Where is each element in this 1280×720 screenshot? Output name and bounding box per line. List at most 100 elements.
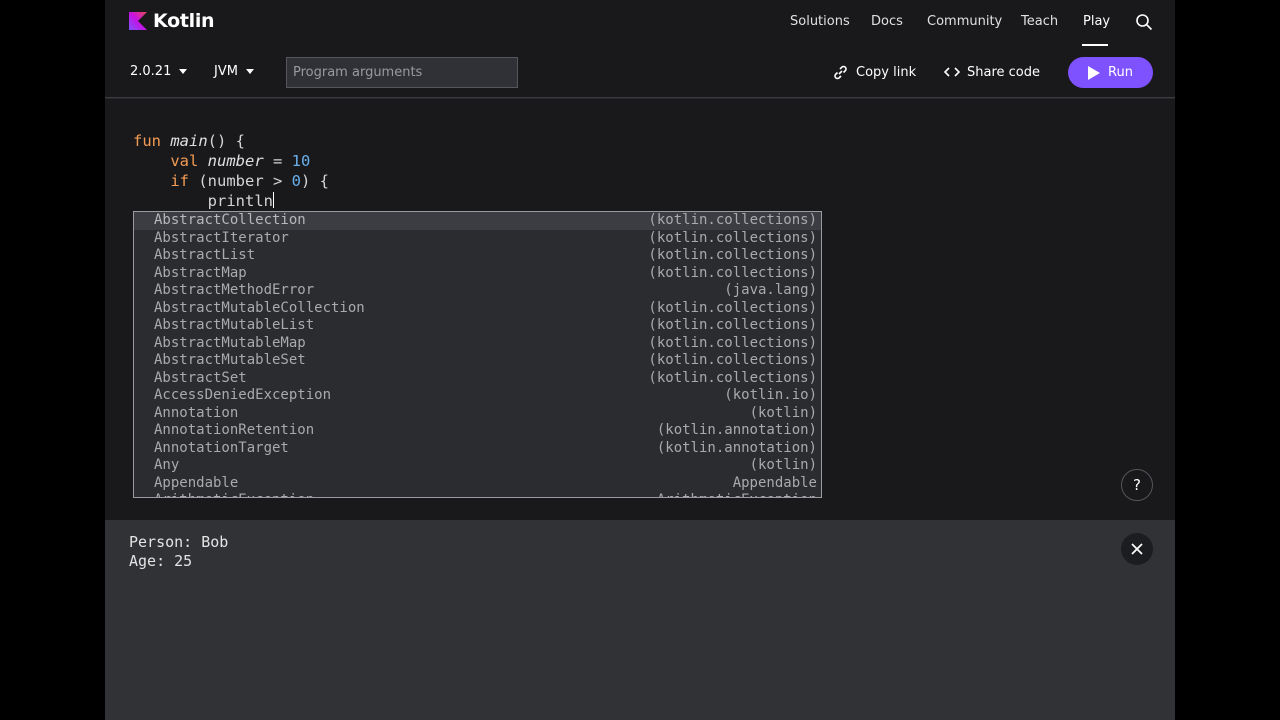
autocomplete-popup[interactable]: AbstractCollection (kotlin.collections) Ab… xyxy=(133,211,822,498)
autocomplete-item-package: (kotlin) xyxy=(749,404,817,421)
autocomplete-item[interactable]: AbstractCollection (kotlin.collections) xyxy=(134,212,821,230)
autocomplete-item[interactable]: AbstractMap (kotlin.collections) xyxy=(134,265,821,283)
autocomplete-item-name: Appendable xyxy=(154,474,239,491)
autocomplete-item-package: (kotlin.io) xyxy=(724,387,817,403)
top-navigation: Kotlin Solutions Docs Community Teach Pl… xyxy=(105,0,1175,46)
code-token: println xyxy=(207,192,273,210)
nav-play[interactable]: Play xyxy=(1083,14,1110,29)
output-line: Age: 25 xyxy=(129,552,193,570)
autocomplete-item-name: AccessDeniedException xyxy=(154,387,332,403)
autocomplete-item[interactable]: AbstractMutableSet (kotlin.collections) xyxy=(134,352,821,370)
code-token: = xyxy=(263,152,292,170)
nav-community[interactable]: Community xyxy=(927,14,1002,29)
code-function-name: main xyxy=(170,132,208,150)
autocomplete-item-package: (kotlin.collections) xyxy=(648,299,817,316)
chevron-down-icon xyxy=(179,69,188,74)
output-text: Person: Bob Age: 25 xyxy=(129,533,228,571)
autocomplete-item-name: AnnotationRetention xyxy=(154,422,315,438)
autocomplete-item-package: (kotlin.collections) xyxy=(648,229,817,246)
target-select[interactable]: JVM xyxy=(214,64,254,79)
run-button[interactable]: Run xyxy=(1068,57,1153,88)
autocomplete-item[interactable]: Any (kotlin) xyxy=(134,457,821,475)
close-output-button[interactable] xyxy=(1121,533,1153,565)
autocomplete-item-package: ArithmeticException xyxy=(657,492,817,497)
copy-link-label: Copy link xyxy=(856,65,917,80)
autocomplete-item-package: (kotlin) xyxy=(749,457,817,473)
code-line: val number = 10 xyxy=(133,151,329,171)
autocomplete-item-name: AbstractMutableCollection xyxy=(154,299,365,316)
run-label: Run xyxy=(1108,65,1133,80)
version-select[interactable]: 2.0.21 xyxy=(130,64,188,79)
code-token: ) { xyxy=(301,172,329,190)
autocomplete-item-name: Any xyxy=(154,457,180,473)
autocomplete-item-name: AnnotationTarget xyxy=(154,439,289,456)
version-value: 2.0.21 xyxy=(130,64,172,79)
nav-solutions[interactable]: Solutions xyxy=(790,14,850,29)
code-line: if (number > 0) { xyxy=(133,171,329,191)
chevron-down-icon xyxy=(245,69,254,74)
code-line: fun main() { xyxy=(133,131,329,151)
nav-teach[interactable]: Teach xyxy=(1021,14,1058,29)
autocomplete-item-package: (kotlin.collections) xyxy=(648,352,817,368)
autocomplete-item[interactable]: AnnotationRetention (kotlin.annotation) xyxy=(134,422,821,440)
autocomplete-item-name: AbstractMutableList xyxy=(154,317,315,333)
autocomplete-item-name: AbstractIterator xyxy=(154,229,289,246)
autocomplete-item[interactable]: Annotation (kotlin) xyxy=(134,405,821,423)
autocomplete-item[interactable]: AbstractList (kotlin.collections) xyxy=(134,247,821,265)
autocomplete-item-name: AbstractMethodError xyxy=(154,282,315,298)
copy-link-button[interactable]: Copy link xyxy=(832,64,916,81)
code-editor[interactable]: fun main() { val number = 10 if (number … xyxy=(105,99,1175,520)
link-icon xyxy=(834,65,847,80)
autocomplete-item-name: Annotation xyxy=(154,404,239,421)
code-number: 10 xyxy=(291,152,311,170)
autocomplete-item[interactable]: AccessDeniedException (kotlin.io) xyxy=(134,387,821,405)
autocomplete-item-package: (kotlin.collections) xyxy=(648,247,817,263)
autocomplete-item-package: Appendable xyxy=(732,474,817,491)
autocomplete-item-name: AbstractCollection xyxy=(154,212,306,228)
autocomplete-item-package: (kotlin.collections) xyxy=(648,264,817,281)
code-token: () { xyxy=(207,132,245,150)
autocomplete-item-name: ArithmeticException xyxy=(154,492,314,497)
autocomplete-item[interactable]: AbstractMethodError (java.lang) xyxy=(134,282,821,300)
autocomplete-item-package: (kotlin.collections) xyxy=(648,369,817,386)
output-line: Person: Bob xyxy=(129,533,229,551)
search-icon[interactable] xyxy=(1135,13,1153,31)
autocomplete-item[interactable]: AnnotationTarget (kotlin.annotation) xyxy=(134,440,821,458)
code-token: (number > xyxy=(189,172,292,190)
code-keyword: fun xyxy=(133,132,161,150)
autocomplete-item-package: (java.lang) xyxy=(724,282,817,298)
target-value: JVM xyxy=(214,64,238,79)
autocomplete-item[interactable]: AbstractMutableCollection (kotlin.collect… xyxy=(134,300,821,318)
output-panel: Person: Bob Age: 25 xyxy=(105,520,1175,720)
share-code-label: Share code xyxy=(967,64,1040,80)
code-icon xyxy=(944,67,960,77)
autocomplete-item-name: AbstractMutableMap xyxy=(154,334,306,351)
autocomplete-item[interactable]: AbstractMutableList (kotlin.collections) xyxy=(134,317,821,335)
autocomplete-item[interactable]: Appendable Appendable xyxy=(134,475,821,493)
autocomplete-item-package: (kotlin.annotation) xyxy=(656,422,817,438)
program-arguments-input[interactable] xyxy=(286,57,518,88)
autocomplete-item-name: AbstractMutableSet xyxy=(154,352,306,368)
code-number: 0 xyxy=(291,172,301,190)
autocomplete-item-name: AbstractMap xyxy=(154,264,247,281)
kotlin-logo[interactable]: Kotlin xyxy=(129,10,215,32)
kotlin-logo-icon xyxy=(129,12,147,30)
code-keyword: if xyxy=(170,172,189,190)
autocomplete-item-name: AbstractSet xyxy=(154,369,247,386)
autocomplete-item-name: AbstractList xyxy=(154,247,256,263)
code-line: println xyxy=(133,191,329,211)
help-button[interactable]: ? xyxy=(1121,469,1153,501)
autocomplete-item[interactable]: AbstractIterator (kotlin.collections) xyxy=(134,230,821,248)
autocomplete-item-package: (kotlin.collections) xyxy=(648,212,817,228)
playground-app: Kotlin Solutions Docs Community Teach Pl… xyxy=(105,0,1175,720)
brand-name: Kotlin xyxy=(153,10,215,32)
autocomplete-item[interactable]: ArithmeticException ArithmeticException xyxy=(134,492,821,497)
close-icon xyxy=(1131,543,1143,555)
share-code-button[interactable]: Share code xyxy=(944,64,1040,80)
autocomplete-item[interactable]: AbstractSet (kotlin.collections) xyxy=(134,370,821,388)
code-content[interactable]: fun main() { val number = 10 if (number … xyxy=(133,131,329,211)
play-icon xyxy=(1088,65,1101,80)
nav-docs[interactable]: Docs xyxy=(871,14,903,29)
autocomplete-item[interactable]: AbstractMutableMap (kotlin.collections) xyxy=(134,335,821,353)
text-cursor xyxy=(272,192,274,208)
